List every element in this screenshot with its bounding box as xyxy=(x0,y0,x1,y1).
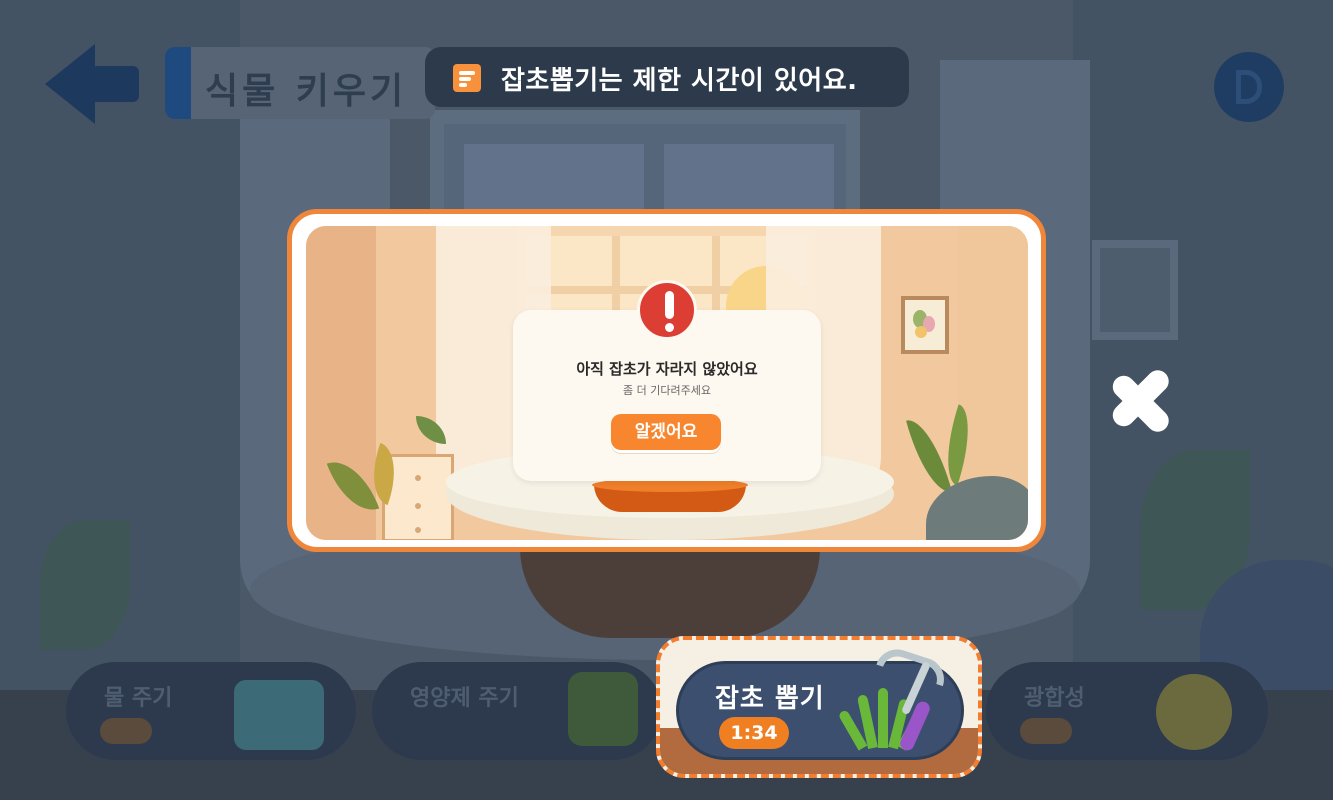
picture-frame xyxy=(901,296,949,354)
info-toast: 잡초뽑기는 제한 시간이 있어요. xyxy=(425,47,909,107)
back-arrow-button[interactable] xyxy=(45,44,145,124)
fertilizer-action-card[interactable]: 영양제 주기 xyxy=(372,662,662,760)
background-pot xyxy=(520,548,820,638)
toast-message: 잡초뽑기는 제한 시간이 있어요. xyxy=(501,66,858,96)
memo-icon xyxy=(453,64,481,92)
fertilizer-label: 영양제 주기 xyxy=(410,686,519,711)
sun-action-card[interactable]: 광합성 xyxy=(986,662,1268,760)
exit-button[interactable] xyxy=(1214,52,1284,122)
water-action-card[interactable]: 물 주기 xyxy=(66,662,356,760)
background-picture-frame xyxy=(1092,240,1178,340)
sun-icon xyxy=(1156,674,1232,750)
sun-count-badge xyxy=(1020,718,1072,744)
weed-timer-badge: 1:34 xyxy=(719,717,789,749)
sun-label: 광합성 xyxy=(1024,686,1085,711)
page-title-tab: 식물 키우기 xyxy=(165,47,435,119)
confirm-button-label: 알겠어요 xyxy=(634,422,698,442)
dialog-subtitle: 좀 더 기다려주세요 xyxy=(623,384,711,397)
arrow-left-icon xyxy=(45,44,95,124)
next-arrow-button[interactable] xyxy=(1108,350,1174,450)
background-plant-left xyxy=(40,520,130,650)
water-count-badge xyxy=(100,718,152,744)
weed-timer: 1:34 xyxy=(730,722,778,744)
watering-can-icon xyxy=(234,680,324,750)
page-title: 식물 키우기 xyxy=(205,71,408,112)
exit-door-icon xyxy=(1236,70,1262,104)
confirm-button[interactable]: 알겠어요 xyxy=(611,414,721,450)
dialog-title: 아직 잡초가 자라지 않았어요 xyxy=(576,360,758,378)
fertilizer-bag-icon xyxy=(568,672,638,746)
exclamation-icon xyxy=(637,280,697,340)
water-label: 물 주기 xyxy=(104,686,173,711)
weed-label: 잡초 뽑기 xyxy=(715,684,825,714)
